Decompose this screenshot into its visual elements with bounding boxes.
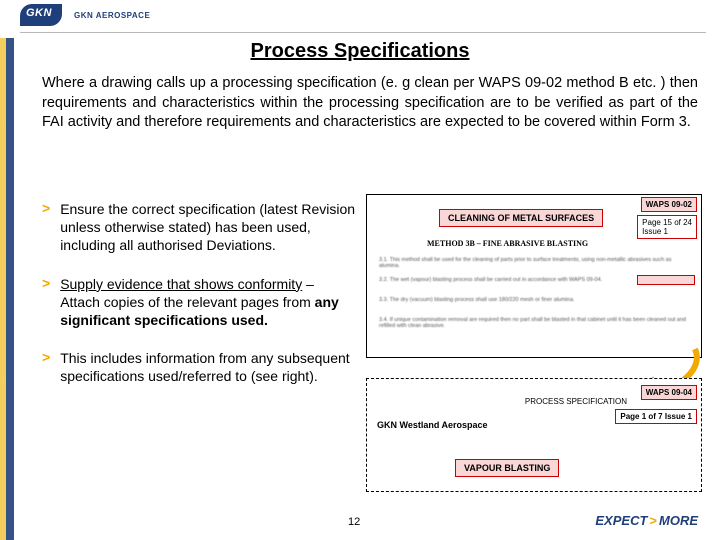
header-divider (20, 32, 706, 33)
waps-id-tag: WAPS 09-02 (641, 197, 697, 212)
doc-type-label: PROCESS SPECIFICATION (525, 397, 627, 406)
issue-line: Issue 1 (665, 412, 692, 421)
left-accent-bar (0, 38, 14, 540)
bullet-item: > This includes information from any sub… (42, 349, 356, 385)
bullet-lead-underline: Supply evidence that shows conformity (60, 276, 302, 292)
tagline-a: EXPECT (595, 513, 647, 528)
subsidiary-name: GKN Westland Aerospace (377, 421, 488, 431)
chevron-icon: > (42, 276, 50, 330)
spec-paragraph: 3.1. This method shall be used for the c… (379, 257, 693, 269)
spec-excerpt-2: GKN Westland Aerospace PROCESS SPECIFICA… (366, 378, 702, 492)
page-line: Page 1 of 7 (620, 412, 662, 421)
intro-paragraph: Where a drawing calls up a processing sp… (42, 74, 698, 133)
spec-title-banner: VAPOUR BLASTING (455, 459, 559, 477)
bullet-item: > Ensure the correct specification (late… (42, 200, 356, 255)
page-title: Process Specifications (251, 40, 470, 63)
tagline: EXPECT>MORE (595, 513, 698, 528)
page-line: Page 15 of 24 (642, 218, 692, 227)
chevron-icon: > (649, 513, 657, 528)
cross-ref-highlight (637, 275, 695, 285)
bullet-list: > Ensure the correct specification (late… (42, 200, 356, 406)
chevron-icon: > (42, 201, 50, 255)
brand-header: GKN AEROSPACE (20, 4, 150, 26)
gkn-logo (20, 4, 62, 26)
subsidiary-text: GKN Westland Aerospace (377, 420, 488, 430)
bullet-text: Supply evidence that shows conformity – … (60, 275, 356, 330)
bullet-text: Ensure the correct specification (latest… (60, 200, 356, 255)
spec-title-banner: CLEANING OF METAL SURFACES (439, 209, 603, 227)
tagline-b: MORE (659, 513, 698, 528)
spec-paragraph: 3.4. If unique contamination removal are… (379, 317, 693, 329)
waps-id-tag: WAPS 09-04 (641, 385, 697, 400)
page-title-wrap: Process Specifications (0, 40, 720, 63)
spec-excerpt-1: WAPS 09-02 Page 15 of 24 Issue 1 CLEANIN… (366, 194, 702, 358)
issue-line: Issue 1 (642, 227, 692, 236)
method-heading: METHOD 3B – FINE ABRASIVE BLASTING (427, 239, 588, 248)
chevron-icon: > (42, 350, 50, 385)
brand-subtext: GKN AEROSPACE (74, 11, 150, 20)
figure-column: WAPS 09-02 Page 15 of 24 Issue 1 CLEANIN… (366, 194, 702, 492)
bullet-item: > Supply evidence that shows conformity … (42, 275, 356, 330)
page-issue-tag: Page 15 of 24 Issue 1 (637, 215, 697, 239)
page-number: 12 (348, 516, 360, 528)
bullet-text: This includes information from any subse… (60, 349, 356, 385)
spec-paragraph: 3.3. The dry (vacuum) blasting process s… (379, 297, 693, 303)
page-issue-tag: Page 1 of 7 Issue 1 (615, 409, 697, 424)
gkn-logo-mark (20, 4, 62, 26)
slide: { "header": { "brand": "GKN", "sub": "GK… (0, 0, 720, 540)
